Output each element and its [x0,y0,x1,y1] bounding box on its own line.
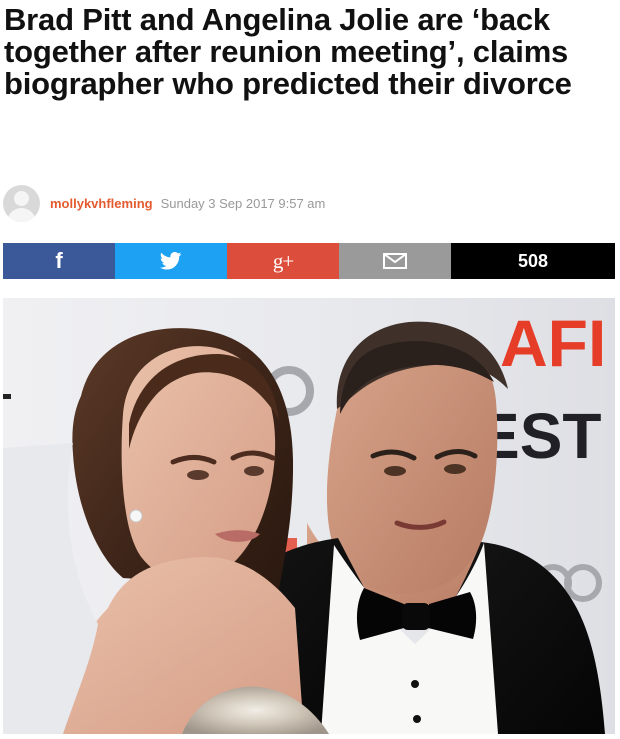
email-icon [383,253,407,269]
article-page: Brad Pitt and Angelina Jolie are ‘back t… [0,0,620,739]
share-count: 508 [451,243,615,279]
facebook-share-button[interactable]: f [3,243,115,279]
article-headline: Brad Pitt and Angelina Jolie are ‘back t… [4,2,572,101]
author-link[interactable]: mollykvhfleming [50,196,153,211]
svg-text:AFI: AFI [500,306,606,380]
byline: mollykvhfleming Sunday 3 Sep 2017 9:57 a… [3,184,325,222]
share-bar: f g+ 508 [3,243,615,279]
article-photo[interactable]: AFI EST [3,298,615,734]
share-count-value: 508 [517,250,549,271]
publish-timestamp: Sunday 3 Sep 2017 9:57 am [160,195,326,211]
google-plus-icon: g+ [272,248,294,273]
author-avatar[interactable] [3,184,40,222]
twitter-icon [160,252,182,270]
backdrop-dark-mark [3,394,11,399]
avatar-body-icon [7,207,36,222]
twitter-share-button[interactable] [115,243,227,279]
facebook-icon: f [55,248,63,273]
email-share-button[interactable] [339,243,451,279]
avatar-head-icon [14,190,29,206]
google-plus-share-button[interactable]: g+ [227,243,339,279]
